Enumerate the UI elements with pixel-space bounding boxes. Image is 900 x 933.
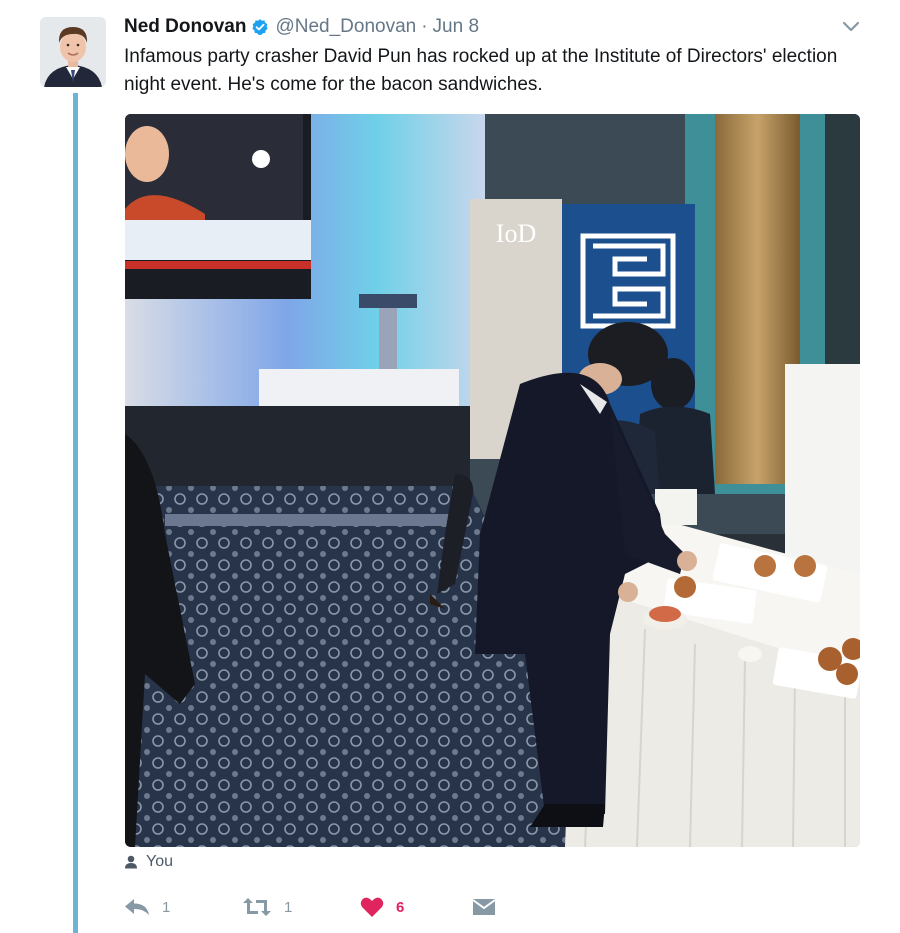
like-count: 6 — [396, 898, 405, 916]
retweet-button[interactable]: 1 — [242, 897, 360, 917]
tweet-actions: 1 1 6 — [124, 894, 496, 920]
tweet-card: Ned Donovan @Ned_Donovan · Jun 8 Infamou… — [0, 0, 900, 933]
tweet-header: Ned Donovan @Ned_Donovan · Jun 8 — [124, 14, 479, 40]
person-icon — [125, 855, 137, 869]
reply-count: 1 — [162, 898, 171, 916]
tweet-date[interactable]: Jun 8 — [433, 16, 479, 38]
header-separator: · — [421, 16, 428, 37]
retweet-count: 1 — [284, 898, 293, 916]
heart-icon — [360, 897, 384, 917]
retweet-icon — [243, 898, 271, 916]
like-button[interactable]: 6 — [360, 896, 472, 918]
banner-left-text: IoD — [496, 219, 536, 248]
chevron-down-icon[interactable] — [842, 20, 860, 34]
conversation-thread-line — [73, 93, 78, 933]
verified-badge-icon — [251, 18, 269, 36]
tweet-photo[interactable]: IoD CI — [125, 114, 860, 847]
context-label: You — [146, 853, 173, 870]
context-you-line[interactable]: You — [124, 851, 173, 873]
display-name[interactable]: Ned Donovan — [124, 16, 246, 38]
tweet-text: Infamous party crasher David Pun has roc… — [124, 46, 838, 95]
event-photo-illustration: IoD CI — [125, 114, 860, 847]
direct-message-button[interactable] — [472, 897, 496, 917]
envelope-icon — [472, 899, 496, 915]
avatar[interactable] — [40, 17, 106, 87]
user-handle[interactable]: @Ned_Donovan — [275, 16, 416, 38]
avatar-portrait-icon — [40, 17, 106, 87]
reply-button[interactable]: 1 — [124, 897, 242, 917]
reply-icon — [125, 899, 149, 915]
